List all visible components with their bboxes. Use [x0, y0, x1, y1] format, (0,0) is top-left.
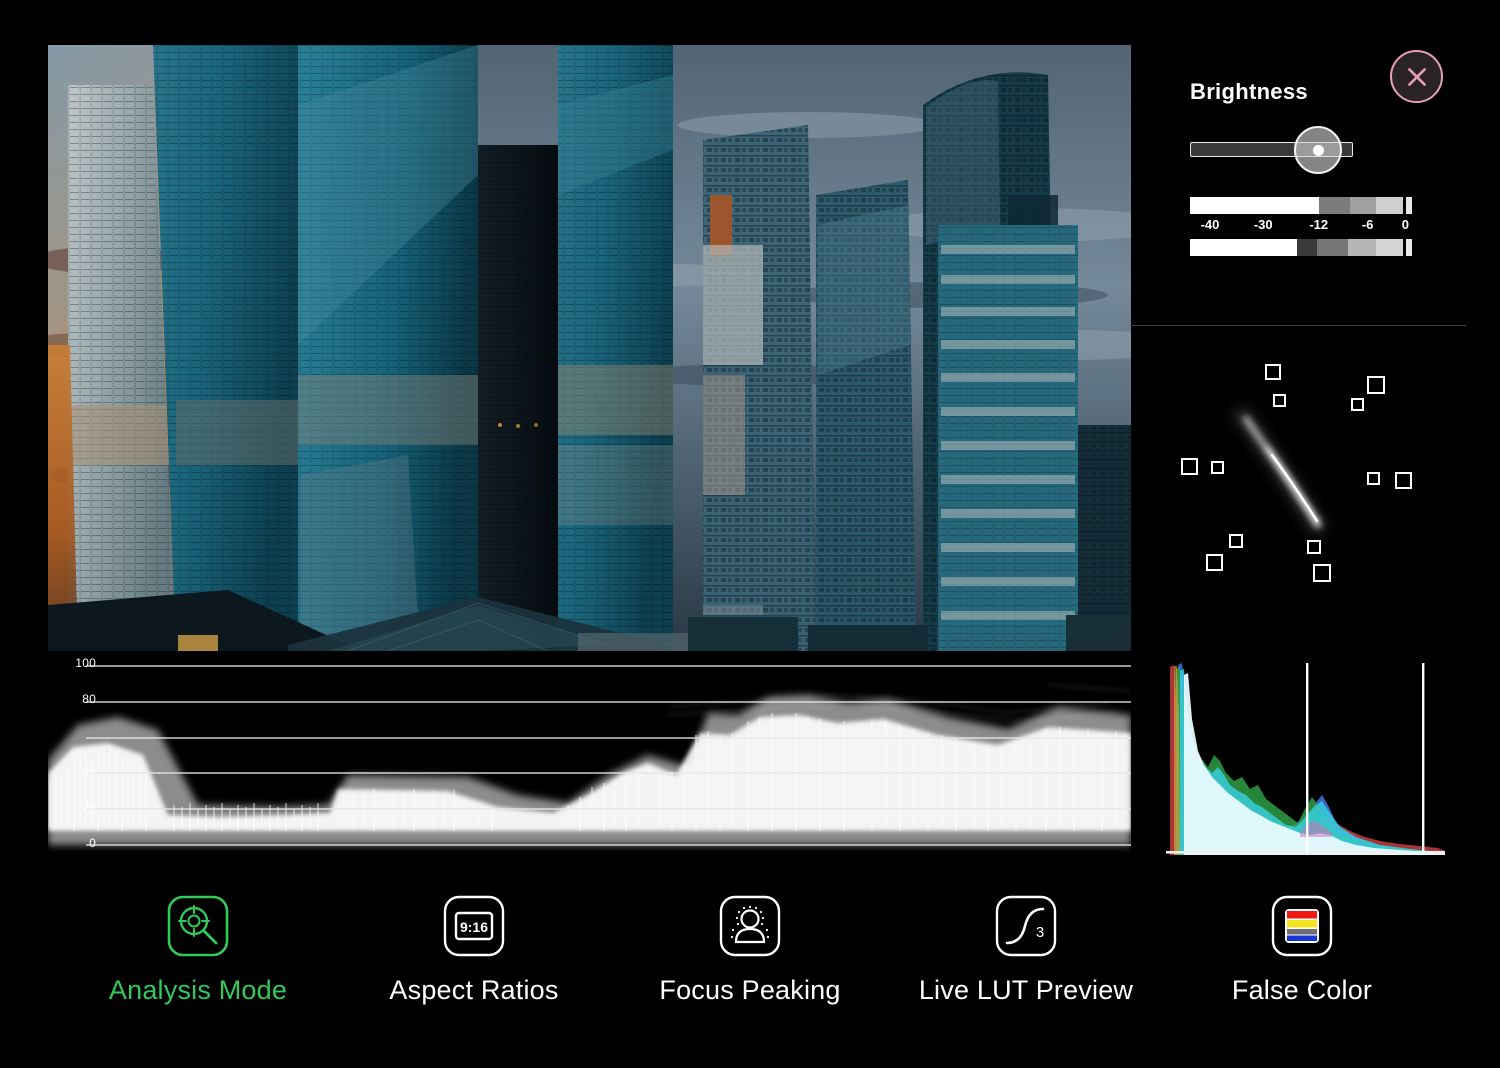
tool-label-analysis-mode: Analysis Mode: [108, 975, 288, 1005]
audio-meter-channel-2: [1190, 239, 1412, 256]
live-camera-preview[interactable]: [48, 45, 1131, 651]
audio-level-meters: -40 -30 -12 -6 0: [1190, 197, 1412, 256]
aspect-ratio-icon: 9:16: [443, 895, 505, 957]
tool-label-focus-peaking: Focus Peaking: [659, 975, 841, 1005]
histogram-marker-2: [1422, 663, 1425, 853]
lut-curve-icon: 3: [995, 895, 1057, 957]
brightness-slider-knob[interactable]: [1294, 126, 1342, 174]
panel-divider: [1130, 325, 1466, 326]
meter-tick--6: -6: [1361, 217, 1374, 232]
tool-label-false-color: False Color: [1231, 975, 1373, 1005]
wf-tick-100: 100: [75, 656, 96, 670]
meter-tick-0: 0: [1401, 217, 1409, 232]
false-color-bars-icon: [1271, 895, 1333, 957]
waveform-plot: [48, 655, 1131, 855]
wf-tick-40: 40: [82, 764, 96, 778]
meter-tick--12: -12: [1309, 217, 1329, 232]
tool-aspect-ratios[interactable]: 9:16 Aspect Ratios: [359, 895, 589, 1006]
close-button[interactable]: [1390, 50, 1443, 103]
audio-meter-channel-1: [1190, 197, 1412, 214]
audio-meter-scale: -40 -30 -12 -6 0: [1190, 217, 1412, 237]
rgb-histogram[interactable]: [1160, 655, 1450, 855]
histogram-plot: [1160, 655, 1450, 855]
tool-label-live-lut-preview: Live LUT Preview: [918, 975, 1134, 1005]
close-icon: [1407, 67, 1426, 86]
tool-focus-peaking[interactable]: Focus Peaking: [635, 895, 865, 1006]
wf-tick-0: 0: [89, 836, 96, 850]
analysis-side-panel: Brightness -40 -30 -12 -6 0: [1130, 45, 1470, 855]
tool-analysis-mode[interactable]: Analysis Mode: [83, 895, 313, 1006]
preview-image: [48, 45, 1131, 651]
meter-tick--30: -30: [1253, 217, 1273, 232]
vectorscope-plot: [1150, 337, 1470, 637]
camera-monitor-app: 100 100 80 40 20 0 Brightness: [0, 0, 1500, 1068]
wf-tick-20: 20: [82, 800, 96, 814]
tool-live-lut-preview[interactable]: 3 Live LUT Preview: [911, 895, 1141, 1006]
vectorscope[interactable]: [1150, 337, 1470, 637]
meter-tick--40: -40: [1200, 217, 1220, 232]
analysis-magnifier-target-icon: [167, 895, 229, 957]
wf-tick-80: 80: [82, 692, 96, 706]
bottom-toolbar: Analysis Mode 9:16 Aspect Ratios Focus P…: [0, 895, 1500, 1045]
waveform-monitor[interactable]: 100: [48, 655, 1131, 855]
brightness-slider[interactable]: [1190, 120, 1460, 180]
tool-false-color[interactable]: False Color: [1187, 895, 1417, 1006]
aspect-ratio-badge: 9:16: [460, 919, 488, 935]
focus-peaking-person-icon: [719, 895, 781, 957]
histogram-marker-1: [1306, 663, 1309, 853]
lut-badge: 3: [1036, 924, 1044, 941]
tool-label-aspect-ratios: Aspect Ratios: [389, 975, 559, 1005]
brightness-title: Brightness: [1190, 79, 1308, 104]
